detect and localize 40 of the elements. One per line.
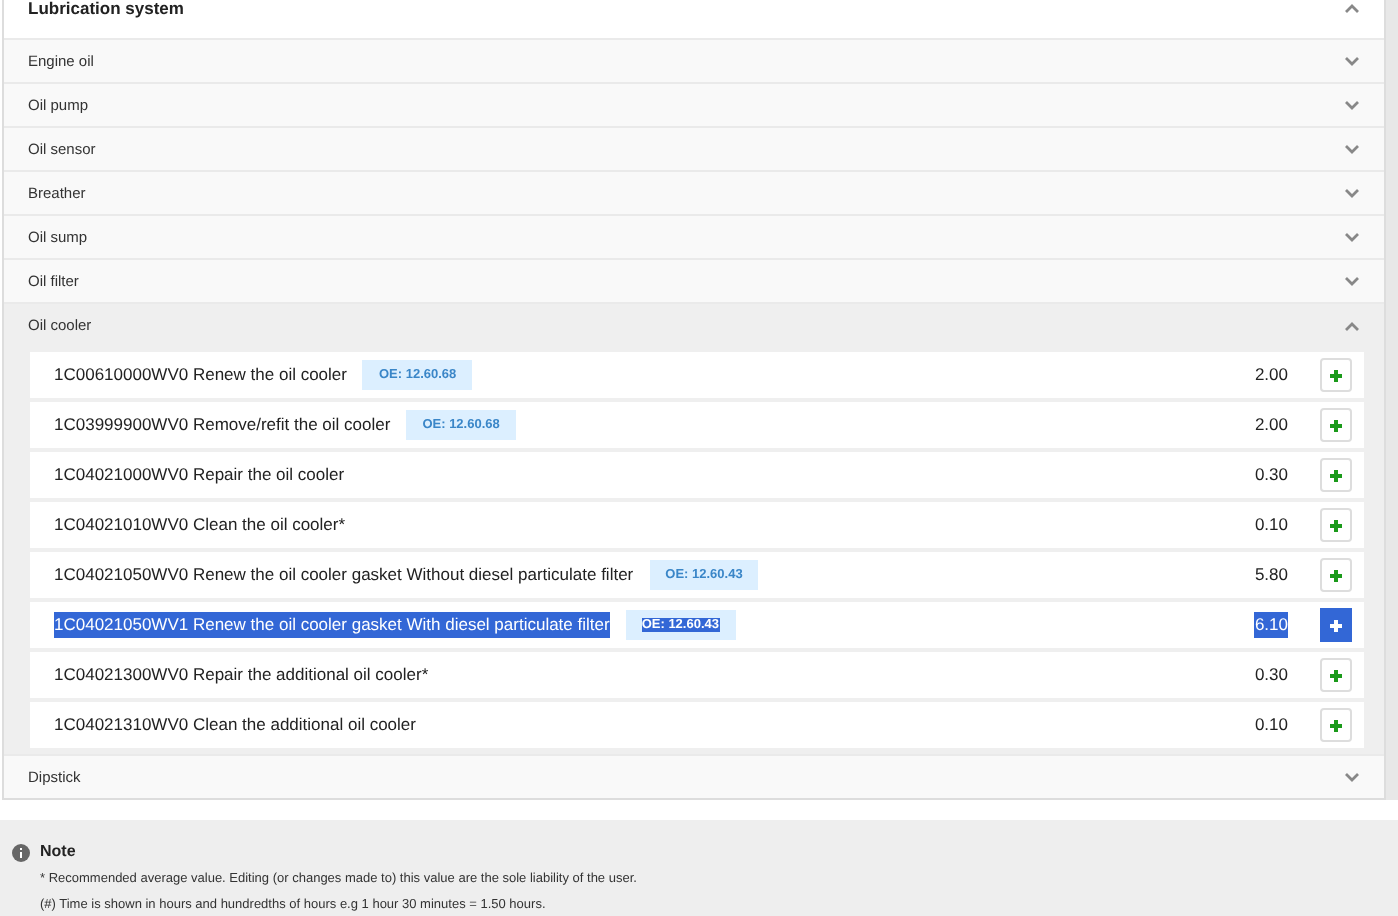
plus-icon <box>1328 617 1344 633</box>
plus-icon <box>1328 467 1344 483</box>
plus-icon <box>1328 417 1344 433</box>
plus-icon <box>1328 717 1344 733</box>
chevron-down-icon <box>1344 55 1360 67</box>
operation-description: 1C04021050WV1 Renew the oil cooler gasket With diesel particulate filter <box>54 612 610 638</box>
chevron-down-icon <box>1344 231 1360 243</box>
plus-icon <box>1328 367 1344 383</box>
plus-icon <box>1328 517 1344 533</box>
operation-row[interactable]: 1C04021300WV0 Repair the additional oil cooler* 0.30 <box>30 652 1364 698</box>
operation-description: 1C04021000WV0 Repair the oil cooler <box>54 462 345 488</box>
operation-row[interactable]: 1C04021310WV0 Clean the additional oil cooler 0.10 <box>30 702 1364 748</box>
time-value: 5.80 <box>1254 562 1288 588</box>
chevron-down-icon <box>1344 143 1360 155</box>
time-value: 6.10 <box>1254 612 1288 638</box>
operation-description: 1C04021050WV0 Renew the oil cooler gasket Without diesel particulate filter <box>54 562 634 588</box>
time-value: 2.00 <box>1254 362 1288 388</box>
operation-description: 1C03999900WV0 Remove/refit the oil cooler <box>54 412 391 438</box>
time-value: 0.10 <box>1254 712 1288 738</box>
chevron-up-icon <box>1344 2 1360 14</box>
operation-description: 1C04021010WV0 Clean the oil cooler* <box>54 512 346 538</box>
operation-description: 1C00610000WV0 Renew the oil cooler <box>54 362 347 388</box>
chevron-up-icon <box>1344 319 1360 331</box>
chevron-down-icon <box>1344 99 1360 111</box>
add-button[interactable] <box>1320 608 1352 642</box>
operation-row[interactable]: 1C04021000WV0 Repair the oil cooler 0.30 <box>30 452 1364 498</box>
operation-row[interactable]: 1C04021010WV0 Clean the oil cooler* 0.10 <box>30 502 1364 548</box>
info-icon <box>12 843 30 861</box>
note-title: Note <box>40 840 76 864</box>
operation-description: 1C04021310WV0 Clean the additional oil cooler <box>54 712 416 738</box>
time-value: 0.10 <box>1254 512 1288 538</box>
time-value: 2.00 <box>1254 412 1288 438</box>
chevron-down-icon <box>1344 275 1360 287</box>
time-value: 0.30 <box>1254 662 1288 688</box>
chevron-down-icon <box>1344 187 1360 199</box>
operation-description: 1C04021300WV0 Repair the additional oil cooler* <box>54 662 429 688</box>
plus-icon <box>1328 667 1344 683</box>
plus-icon <box>1328 567 1344 583</box>
time-value: 0.30 <box>1254 462 1288 488</box>
chevron-down-icon <box>1344 771 1360 783</box>
